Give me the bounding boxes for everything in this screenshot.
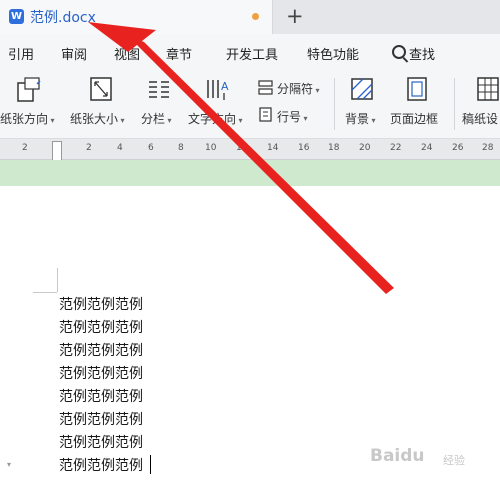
annotation-arrow-icon [88,22,394,294]
